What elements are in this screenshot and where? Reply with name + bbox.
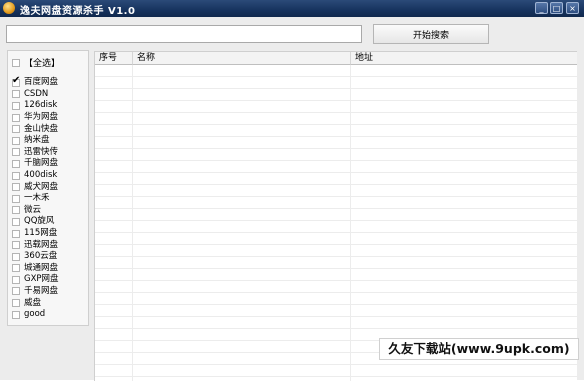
site-label: 115网盘 [24,228,58,239]
checkbox-box[interactable] [12,252,20,261]
site-checkbox-item[interactable]: 迅雷快传 [12,147,59,159]
checkbox-box[interactable] [12,101,20,110]
site-checkbox-item[interactable]: GXP网盘 [12,274,59,286]
site-label: 华为网盘 [24,112,59,123]
site-checkbox-item[interactable]: 千易网盘 [12,286,59,298]
site-checkbox-item[interactable]: 迅载网盘 [12,239,59,251]
site-label: 一木禾 [24,193,50,204]
checkbox-checked[interactable] [12,75,20,87]
site-label: 千易网盘 [24,285,59,296]
site-label: CSDN [24,88,49,99]
checkbox-box[interactable] [12,113,20,122]
site-label: 微云 [24,204,42,215]
checkbox-box[interactable] [12,206,20,215]
search-input[interactable] [6,25,362,43]
checkbox-box[interactable] [12,194,20,203]
column-header-index[interactable]: 序号 [95,52,133,65]
table-rows[interactable] [95,65,577,381]
site-label: 纳米盘 [24,135,50,146]
checkbox-box[interactable] [12,171,20,180]
checkbox-box[interactable] [12,217,20,226]
site-checkbox-item[interactable]: QQ旋风 [12,216,59,228]
site-checkbox-item[interactable]: 百度网盘 [12,75,59,89]
app-icon [3,2,15,14]
site-checkbox-item[interactable]: 115网盘 [12,228,59,240]
site-label: 百度网盘 [24,77,59,88]
site-checkbox-item[interactable]: 金山快盘 [12,123,59,135]
site-label: 威犬网盘 [24,181,59,192]
column-divider [132,65,133,381]
site-checkbox-item[interactable]: 126disk [12,100,59,112]
site-label: 威盘 [24,297,42,308]
site-panel: 【全选】 百度网盘CSDN126disk华为网盘金山快盘纳米盘迅雷快传千脑网盘4… [7,50,89,326]
checkbox-box[interactable] [12,183,20,192]
checkbox-box[interactable] [12,58,20,67]
site-label: GXP网盘 [24,274,59,285]
checkbox-box[interactable] [12,136,20,145]
column-header-address[interactable]: 地址 [351,52,577,65]
site-checkbox-item[interactable]: good [12,309,59,321]
window-title: 逸夫网盘资源杀手 V1.0 [20,6,136,17]
main-window: 开始搜索 【全选】 百度网盘CSDN126disk华为网盘金山快盘纳米盘迅雷快传… [0,17,584,381]
column-header-name[interactable]: 名称 [133,52,351,65]
site-checkbox-item[interactable]: 华为网盘 [12,112,59,124]
checkbox-box[interactable] [12,159,20,168]
site-checkbox-item[interactable]: 一木禾 [12,193,59,205]
site-label: 迅载网盘 [24,239,59,250]
site-checkbox-item[interactable]: 威犬网盘 [12,181,59,193]
site-label: 千脑网盘 [24,158,59,169]
start-search-button[interactable]: 开始搜索 [373,24,489,44]
minimize-button[interactable]: _ [535,2,548,14]
checkbox-box[interactable] [12,148,20,157]
site-checkbox-item[interactable]: 纳米盘 [12,135,59,147]
checkbox-box[interactable] [12,275,20,284]
checkbox-box[interactable] [12,90,20,99]
site-checkbox-item[interactable]: 城通网盘 [12,263,59,275]
site-label: 迅雷快传 [24,146,59,157]
results-table[interactable]: 序号 名称 地址 [94,51,577,381]
site-checkbox-item[interactable]: 微云 [12,205,59,217]
checkbox-box[interactable] [12,287,20,296]
site-label: 126disk [24,100,58,111]
site-checkbox-item[interactable]: 400disk [12,170,59,182]
watermark-banner: 久友下载站(www.9upk.com) [379,338,579,360]
site-checkbox-item[interactable]: 千脑网盘 [12,158,59,170]
maximize-button[interactable]: □ [550,2,563,14]
site-checkbox-item[interactable]: 360云盘 [12,251,59,263]
site-label: QQ旋风 [24,216,55,227]
checkbox-box[interactable] [12,264,20,273]
select-all-label: 【全选】 [24,59,61,69]
close-button[interactable]: × [566,2,579,14]
checkbox-box[interactable] [12,241,20,250]
site-label: 金山快盘 [24,123,59,134]
checkbox-box[interactable] [12,125,20,134]
site-label: 360云盘 [24,251,58,262]
site-label: 400disk [24,170,58,181]
checkbox-box[interactable] [12,229,20,238]
site-checkbox-item[interactable]: CSDN [12,89,59,101]
site-label: good [24,309,46,320]
checkbox-box[interactable] [12,299,20,308]
title-bar[interactable]: 逸夫网盘资源杀手 V1.0 _ □ × [0,0,584,17]
select-all-checkbox[interactable]: 【全选】 [12,56,60,69]
checkbox-box[interactable] [12,310,20,319]
site-checkbox-item[interactable]: 威盘 [12,297,59,309]
site-label: 城通网盘 [24,262,59,273]
site-list: 百度网盘CSDN126disk华为网盘金山快盘纳米盘迅雷快传千脑网盘400dis… [12,75,59,321]
column-divider [350,65,351,381]
